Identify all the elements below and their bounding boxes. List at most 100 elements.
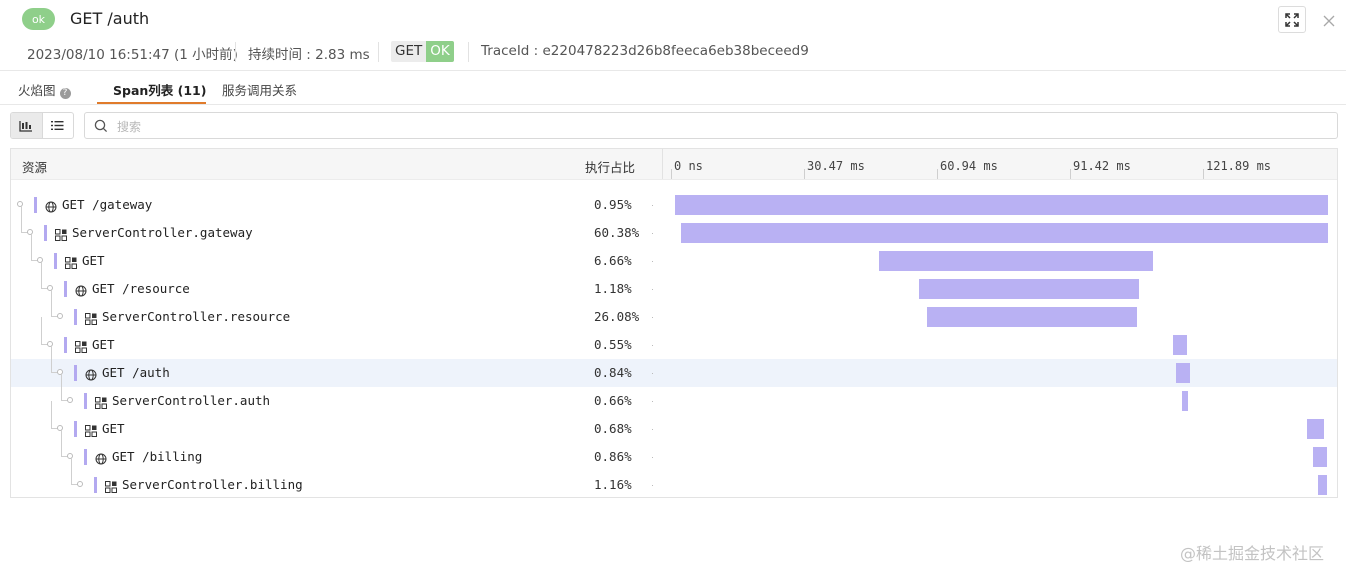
- span-duration-bar[interactable]: [878, 251, 1153, 271]
- tab-service-map[interactable]: 服务调用关系: [222, 80, 297, 99]
- component-icon: [75, 338, 87, 353]
- span-percent: 0.84%: [594, 365, 632, 380]
- table-row[interactable]: GET 0.68%: [11, 401, 1337, 443]
- search-input[interactable]: [115, 116, 1319, 137]
- span-color-marker: [34, 197, 37, 213]
- divider: [0, 104, 1346, 105]
- row-marker: [652, 345, 653, 346]
- watermark: @稀土掘金技术社区: [1180, 544, 1325, 563]
- trace-meta: 2023/08/10 16:51:47 (1 小时前) 持续时间 : 2.83 …: [0, 40, 1346, 64]
- span-percent: 60.38%: [594, 225, 640, 240]
- span-percent: 0.66%: [594, 393, 632, 408]
- span-duration-bar[interactable]: [1175, 363, 1190, 383]
- column-divider: [662, 149, 663, 179]
- span-duration-bar[interactable]: [1172, 335, 1187, 355]
- table-row[interactable]: GET /billing 0.86%: [11, 429, 1337, 471]
- span-duration-bar[interactable]: [680, 223, 1328, 243]
- tab-bar: 火焰图? Span列表 (11) 服务调用关系: [0, 71, 1346, 105]
- tick-line: [1070, 169, 1071, 179]
- trace-header: ok GET /auth 2023/08/10 16:51:47 (1 小时前)…: [0, 0, 1346, 70]
- tree-node[interactable]: [77, 481, 83, 487]
- table-row[interactable]: GET /auth 0.84%: [11, 345, 1337, 387]
- span-name: GET: [92, 337, 115, 352]
- span-name: ServerController.gateway: [72, 225, 253, 240]
- table-row[interactable]: GET 6.66%: [11, 233, 1337, 275]
- divider: [378, 42, 379, 62]
- component-icon: [95, 394, 107, 409]
- tick-label: 121.89 ms: [1206, 159, 1272, 173]
- tree-node[interactable]: [67, 397, 73, 403]
- span-duration-bar[interactable]: [1307, 419, 1325, 439]
- tick-label: 0 ns: [674, 159, 703, 173]
- component-icon: [105, 478, 117, 493]
- component-icon: [55, 226, 67, 241]
- method-status-tag: GET OK: [391, 41, 454, 62]
- tab-flame-graph[interactable]: 火焰图?: [18, 80, 71, 99]
- table-row[interactable]: ServerController.auth 0.66%: [11, 373, 1337, 415]
- span-name: GET /auth: [102, 365, 170, 380]
- row-marker: [652, 457, 653, 458]
- close-button[interactable]: [1320, 12, 1338, 30]
- tick-line: [804, 169, 805, 179]
- row-marker: [652, 261, 653, 262]
- span-color-marker: [84, 393, 87, 409]
- row-marker: [652, 373, 653, 374]
- tree-connector: [21, 205, 28, 233]
- span-duration-bar[interactable]: [1317, 475, 1327, 495]
- component-icon: [85, 422, 97, 437]
- trace-duration: 持续时间 : 2.83 ms: [248, 47, 370, 63]
- globe-icon: [75, 282, 87, 297]
- row-marker: [652, 485, 653, 486]
- table-row[interactable]: GET /gateway 0.95%: [11, 191, 1337, 219]
- span-duration-bar[interactable]: [918, 279, 1139, 299]
- tree-connector: [61, 373, 68, 401]
- page-title: GET /auth: [70, 9, 150, 28]
- span-percent: 26.08%: [594, 309, 640, 324]
- span-name: GET: [102, 421, 125, 436]
- table-row[interactable]: ServerController.billing 1.16%: [11, 457, 1337, 499]
- globe-icon: [85, 366, 97, 381]
- span-duration-bar[interactable]: [1312, 447, 1327, 467]
- span-color-marker: [64, 337, 67, 353]
- span-percent: 0.68%: [594, 421, 632, 436]
- waterfall-icon: [19, 120, 33, 132]
- span-percent: 1.18%: [594, 281, 632, 296]
- span-color-marker: [64, 281, 67, 297]
- tree-node[interactable]: [57, 313, 63, 319]
- tick-label: 91.42 ms: [1073, 159, 1131, 173]
- row-marker: [652, 401, 653, 402]
- divider: [235, 42, 236, 62]
- column-header-percent: 执行占比: [585, 160, 636, 175]
- search-icon: [94, 119, 108, 133]
- tree-connector: [41, 261, 48, 289]
- help-icon[interactable]: ?: [59, 88, 71, 99]
- span-table: 资源 执行占比 0 ns 30.47 ms 60.94 ms 91.42 ms 121.…: [10, 148, 1338, 498]
- row-marker: [652, 233, 653, 234]
- list-view-button[interactable]: [41, 113, 74, 138]
- table-row[interactable]: ServerController.resource 26.08%: [11, 289, 1337, 331]
- tab-span-list[interactable]: Span列表 (11): [113, 80, 206, 99]
- span-name: GET: [82, 253, 105, 268]
- tick-line: [937, 169, 938, 179]
- fullscreen-button[interactable]: [1278, 6, 1306, 33]
- span-duration-bar[interactable]: [675, 195, 1328, 215]
- span-color-marker: [84, 449, 87, 465]
- row-marker: [652, 429, 653, 430]
- waterfall-view-button[interactable]: [11, 113, 42, 138]
- table-row[interactable]: GET 0.55%: [11, 317, 1337, 359]
- table-row[interactable]: GET /resource 1.18%: [11, 261, 1337, 303]
- tab-label: 火焰图: [18, 83, 56, 98]
- tree-connector: [51, 345, 58, 373]
- status-label: OK: [426, 41, 454, 62]
- span-duration-bar[interactable]: [1182, 391, 1188, 411]
- span-duration-bar[interactable]: [927, 307, 1137, 327]
- column-header-resource: 资源: [22, 160, 48, 175]
- table-row[interactable]: ServerController.gateway 60.38%: [11, 205, 1337, 247]
- span-color-marker: [54, 253, 57, 269]
- span-percent: 0.55%: [594, 337, 632, 352]
- span-color-marker: [94, 477, 97, 493]
- span-percent: 6.66%: [594, 253, 632, 268]
- span-color-marker: [74, 365, 77, 381]
- view-mode-toggle: [10, 112, 74, 139]
- span-color-marker: [74, 421, 77, 437]
